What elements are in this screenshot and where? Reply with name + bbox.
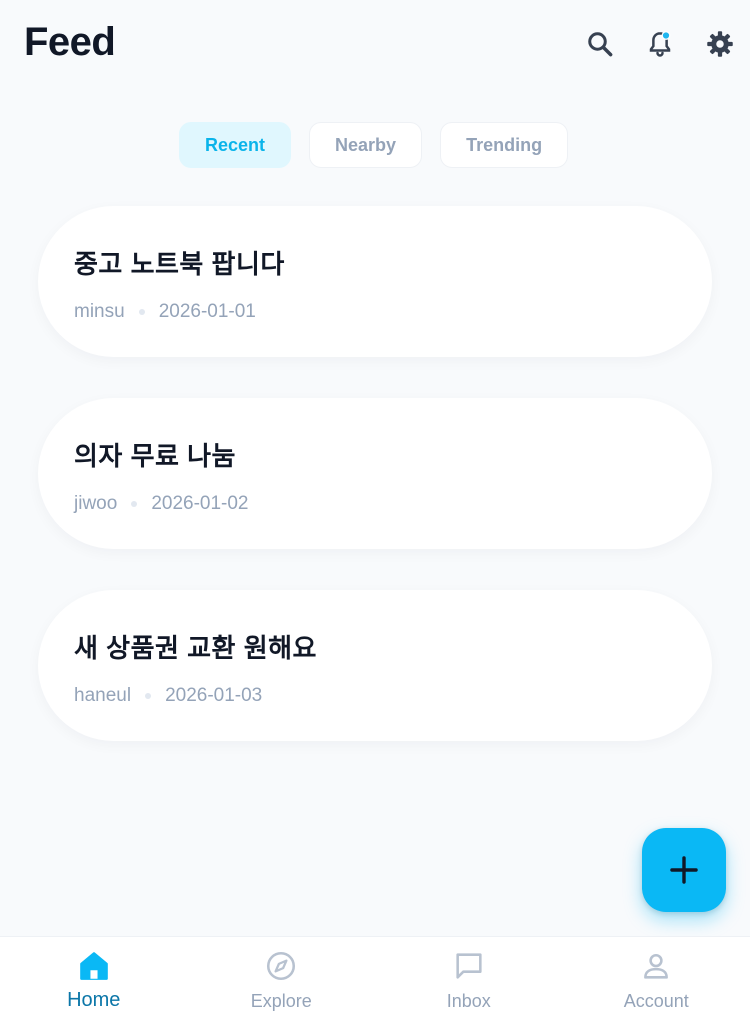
separator-dot [138,309,145,315]
nav-account[interactable]: Account [563,937,750,1024]
plus-icon [670,856,698,884]
post-author: jiwoo [74,493,118,514]
gear-icon [707,31,733,57]
post-list: 중고 노트북 팝니다 minsu 2026-01-01 의자 무료 나눔 jiw… [38,206,712,782]
home-icon [79,952,108,980]
separator-dot [145,693,152,699]
search-icon [588,32,613,57]
post-meta: jiwoo 2026-01-02 [74,493,676,515]
settings-button[interactable] [700,24,740,64]
post-title: 중고 노트북 팝니다 [74,249,285,279]
post-title: 새 상품권 교환 원해요 [74,633,317,663]
post-author: minsu [74,301,125,322]
feed-tabs: Recent Nearby Trending [179,122,569,168]
post-author: haneul [74,685,132,706]
nav-label: Home [67,989,121,1011]
nav-label: Account [623,991,689,1011]
tab-nearby[interactable]: Nearby [309,122,423,168]
post-date: 2026-01-01 [158,301,256,322]
new-post-button[interactable] [642,828,726,912]
post-date: 2026-01-03 [165,685,263,706]
post-date: 2026-01-02 [151,493,249,514]
post-meta: minsu 2026-01-01 [74,301,676,323]
tab-recent[interactable]: Recent [179,122,292,168]
compass-icon [267,951,296,981]
bottom-nav: Home Explore Inbox Account [0,936,750,1024]
user-icon [644,953,669,979]
bell-icon [649,31,671,57]
post-card[interactable]: 중고 노트북 팝니다 minsu 2026-01-01 [38,206,712,357]
notifications-button[interactable] [640,24,680,64]
post-title: 의자 무료 나눔 [74,441,236,471]
post-meta: haneul 2026-01-03 [74,685,676,707]
nav-inbox[interactable]: Inbox [375,937,563,1024]
tab-trending[interactable]: Trending [440,122,569,168]
nav-home[interactable]: Home [0,937,188,1024]
post-card[interactable]: 의자 무료 나눔 jiwoo 2026-01-02 [38,398,712,549]
nav-label: Explore [250,991,312,1011]
nav-explore[interactable]: Explore [188,937,376,1024]
post-card[interactable]: 새 상품권 교환 원해요 haneul 2026-01-03 [38,590,712,741]
search-button[interactable] [580,24,620,64]
header: Feed [0,0,750,90]
page-title: Feed [24,20,116,64]
separator-dot [131,501,138,507]
feed-screen: Feed Recent Nearby Trending 중고 노트북 팝니다 m… [0,0,750,1024]
nav-label: Inbox [446,991,491,1011]
message-icon [456,953,482,979]
